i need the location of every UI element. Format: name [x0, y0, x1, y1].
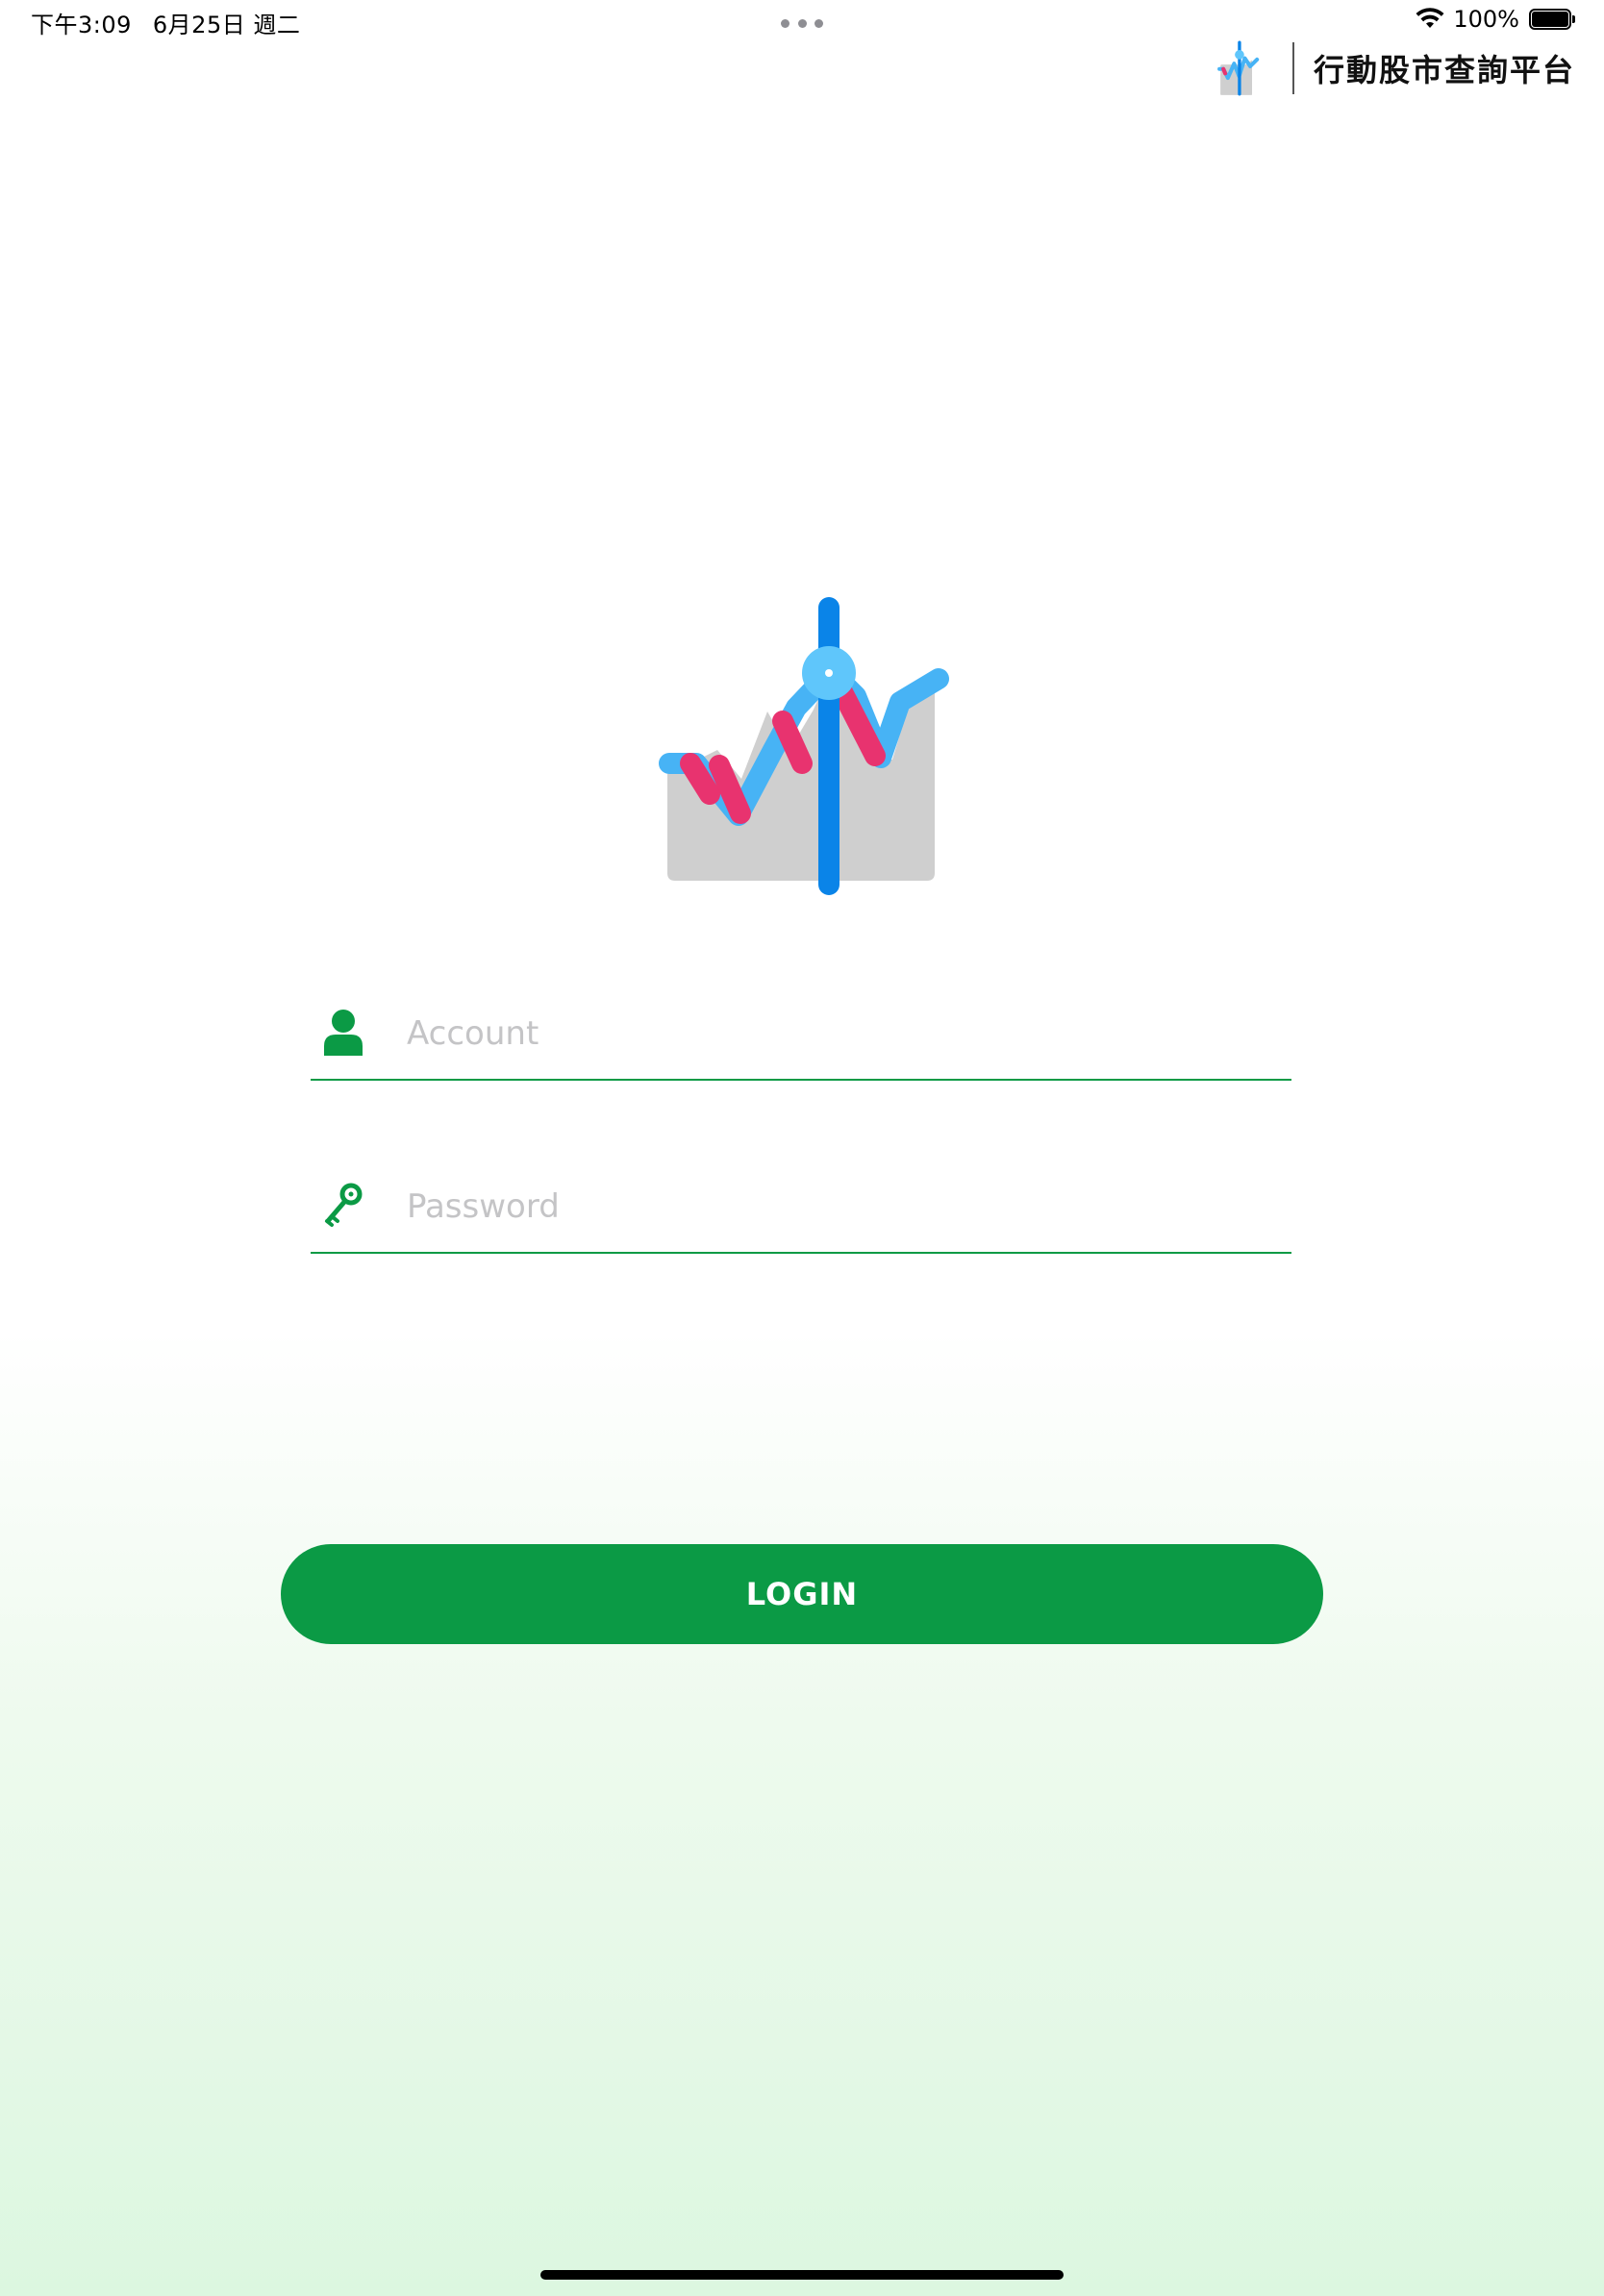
account-input[interactable]: [407, 1006, 1272, 1061]
battery-percent: 100%: [1453, 6, 1519, 33]
battery-icon: [1529, 9, 1575, 30]
key-icon: [325, 1183, 363, 1227]
account-field[interactable]: [311, 996, 1291, 1081]
status-time: 下午3:09: [31, 12, 132, 38]
login-button-label: LOGIN: [745, 1576, 859, 1612]
status-indicators: 100%: [1415, 6, 1575, 33]
multitasking-menu-icon[interactable]: [781, 19, 823, 29]
home-indicator[interactable]: [540, 2270, 1064, 2280]
status-date: 6月25日 週二: [152, 12, 301, 38]
brand-header: 行動股市查詢平台: [1217, 40, 1575, 96]
stock-chart-logo-icon: [1217, 40, 1260, 96]
battery-fill: [1532, 12, 1568, 27]
brand-divider: [1291, 42, 1294, 94]
wifi-icon: [1416, 8, 1444, 28]
status-time-date: 下午3:09 6月25日 週二: [31, 6, 300, 39]
user-icon: [324, 1010, 363, 1056]
password-input[interactable]: [407, 1179, 1272, 1235]
password-field[interactable]: [311, 1169, 1291, 1254]
stock-chart-logo-icon: [659, 597, 949, 895]
app-title: 行動股市查詢平台: [1313, 52, 1575, 88]
login-button[interactable]: LOGIN: [281, 1544, 1323, 1644]
